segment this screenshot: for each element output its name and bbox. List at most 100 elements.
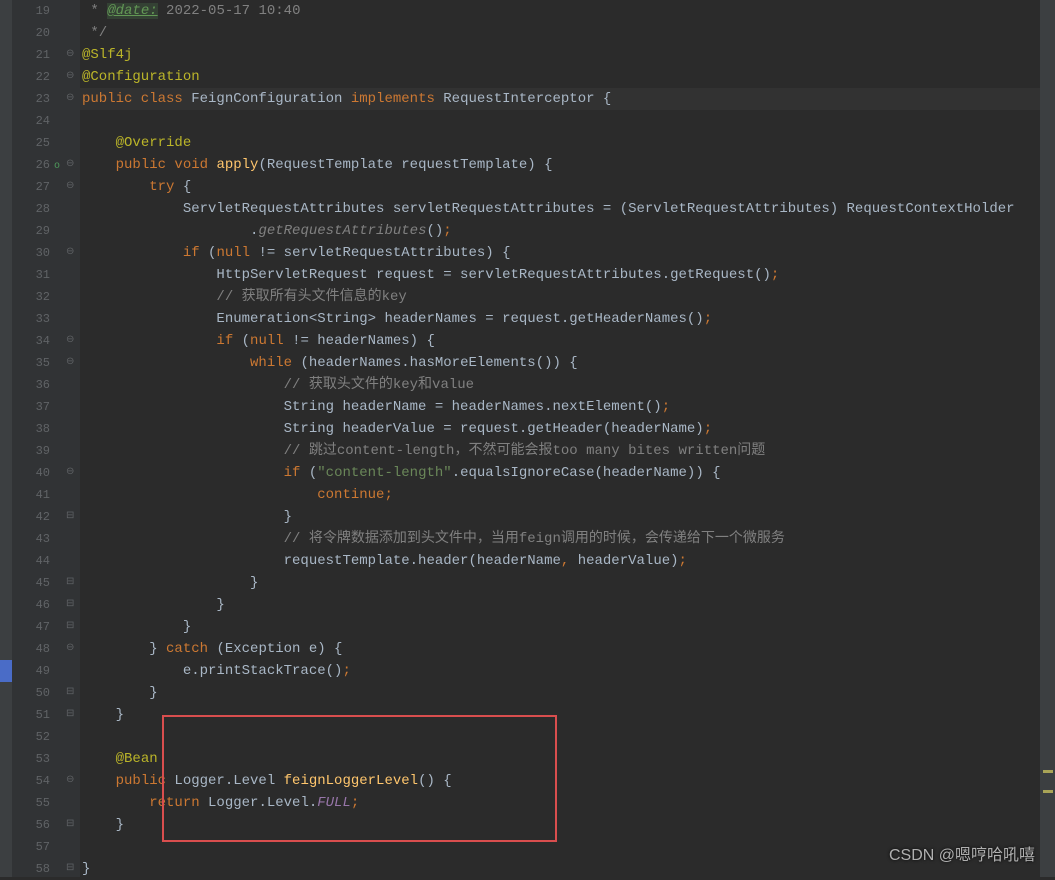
line-number[interactable]: 43	[12, 528, 50, 550]
code-line[interactable]: ServletRequestAttributes servletRequestA…	[80, 198, 1040, 220]
line-number[interactable]: 41	[12, 484, 50, 506]
code-line[interactable]: String headerName = headerNames.nextElem…	[80, 396, 1040, 418]
line-number[interactable]: 33	[12, 308, 50, 330]
line-number[interactable]: 27	[12, 176, 50, 198]
line-number[interactable]: 38	[12, 418, 50, 440]
code-line[interactable]: }	[80, 616, 1040, 638]
line-number[interactable]: 26o↑	[12, 154, 50, 176]
code-line[interactable]: // 跳过content-length，不然可能会报too many bites…	[80, 440, 1040, 462]
code-line[interactable]: e.printStackTrace();	[80, 660, 1040, 682]
line-number[interactable]: 32	[12, 286, 50, 308]
code-line[interactable]: * @date: 2022-05-17 10:40	[80, 0, 1040, 22]
fold-mark[interactable]: ⊖	[66, 176, 74, 198]
code-line[interactable]: @Configuration	[80, 66, 1040, 88]
code-line[interactable]	[80, 836, 1040, 858]
code-line[interactable]: }	[80, 572, 1040, 594]
code-line[interactable]: while (headerNames.hasMoreElements()) {	[80, 352, 1040, 374]
code-line[interactable]: if (null != servletRequestAttributes) {	[80, 242, 1040, 264]
line-number[interactable]: 23	[12, 88, 50, 110]
line-number[interactable]: 40	[12, 462, 50, 484]
line-number[interactable]: 52	[12, 726, 50, 748]
line-number[interactable]: 56	[12, 814, 50, 836]
line-number[interactable]: 42	[12, 506, 50, 528]
fold-mark[interactable]: ⊟	[66, 682, 74, 704]
code-line[interactable]: @Slf4j	[80, 44, 1040, 66]
line-number[interactable]: 19	[12, 0, 50, 22]
line-number[interactable]: 21	[12, 44, 50, 66]
fold-mark[interactable]: ⊟	[66, 506, 74, 528]
right-marker-strip[interactable]	[1040, 0, 1055, 877]
line-number[interactable]: 29	[12, 220, 50, 242]
code-line[interactable]	[80, 726, 1040, 748]
code-line[interactable]: .getRequestAttributes();	[80, 220, 1040, 242]
fold-mark[interactable]: ⊖	[66, 352, 74, 374]
code-line[interactable]: public void apply(RequestTemplate reques…	[80, 154, 1040, 176]
code-line[interactable]: @Bean	[80, 748, 1040, 770]
code-line[interactable]: return Logger.Level.FULL;	[80, 792, 1040, 814]
line-number[interactable]: 48	[12, 638, 50, 660]
fold-mark[interactable]: ⊟	[66, 814, 74, 836]
code-line[interactable]: public Logger.Level feignLoggerLevel() {	[80, 770, 1040, 792]
fold-mark[interactable]: ⊖	[66, 638, 74, 660]
line-number[interactable]: 55	[12, 792, 50, 814]
code-line[interactable]: if (null != headerNames) {	[80, 330, 1040, 352]
code-line[interactable]: }	[80, 682, 1040, 704]
line-number[interactable]: 34	[12, 330, 50, 352]
fold-mark[interactable]: ⊖	[66, 770, 74, 792]
code-line[interactable]: Enumeration<String> headerNames = reques…	[80, 308, 1040, 330]
line-number[interactable]: 39	[12, 440, 50, 462]
code-line[interactable]	[80, 110, 1040, 132]
fold-mark[interactable]: ⊖	[66, 88, 74, 110]
line-number[interactable]: 54	[12, 770, 50, 792]
line-number[interactable]: 28	[12, 198, 50, 220]
code-line[interactable]: public class FeignConfiguration implemen…	[80, 88, 1040, 110]
code-line[interactable]: if ("content-length".equalsIgnoreCase(he…	[80, 462, 1040, 484]
line-number[interactable]: 53	[12, 748, 50, 770]
fold-gutter[interactable]: ⊖⊖⊖⊖⊖⊖⊖⊖⊖⊟⊟⊟⊟⊖⊟⊟⊖⊟⊟	[60, 0, 80, 877]
line-number[interactable]: 47	[12, 616, 50, 638]
fold-mark[interactable]: ⊖	[66, 66, 74, 88]
code-line[interactable]: String headerValue = request.getHeader(h…	[80, 418, 1040, 440]
line-number[interactable]: 46	[12, 594, 50, 616]
code-line[interactable]: }	[80, 814, 1040, 836]
line-number[interactable]: 50	[12, 682, 50, 704]
code-line[interactable]: requestTemplate.header(headerName, heade…	[80, 550, 1040, 572]
scrollbar-marker[interactable]	[1043, 790, 1053, 793]
line-number[interactable]: 44	[12, 550, 50, 572]
fold-mark[interactable]: ⊖	[66, 462, 74, 484]
code-line[interactable]: }	[80, 506, 1040, 528]
fold-mark[interactable]: ⊟	[66, 572, 74, 594]
line-number[interactable]: 45	[12, 572, 50, 594]
code-area[interactable]: * @date: 2022-05-17 10:40 */@Slf4j@Confi…	[80, 0, 1040, 877]
code-line[interactable]: try {	[80, 176, 1040, 198]
line-number[interactable]: 24	[12, 110, 50, 132]
fold-mark[interactable]: ⊖	[66, 154, 74, 176]
line-number[interactable]: 31	[12, 264, 50, 286]
line-number-gutter[interactable]: 1920212223242526o↑2728293031323334353637…	[12, 0, 60, 877]
fold-mark[interactable]: ⊟	[66, 594, 74, 616]
line-number[interactable]: 51	[12, 704, 50, 726]
line-number[interactable]: 25	[12, 132, 50, 154]
fold-mark[interactable]: ⊟	[66, 616, 74, 638]
line-number[interactable]: 22	[12, 66, 50, 88]
code-line[interactable]: HttpServletRequest request = servletRequ…	[80, 264, 1040, 286]
line-number[interactable]: 36	[12, 374, 50, 396]
line-number[interactable]: 49	[12, 660, 50, 682]
code-line[interactable]: @Override	[80, 132, 1040, 154]
scrollbar-marker[interactable]	[1043, 770, 1053, 773]
line-number[interactable]: 37	[12, 396, 50, 418]
fold-mark[interactable]: ⊖	[66, 242, 74, 264]
code-line[interactable]: }	[80, 704, 1040, 726]
code-line[interactable]: // 获取头文件的key和value	[80, 374, 1040, 396]
change-marker[interactable]	[0, 660, 12, 682]
code-line[interactable]: } catch (Exception e) {	[80, 638, 1040, 660]
code-line[interactable]: }	[80, 594, 1040, 616]
code-line[interactable]: */	[80, 22, 1040, 44]
code-line[interactable]: continue;	[80, 484, 1040, 506]
line-number[interactable]: 57	[12, 836, 50, 858]
line-number[interactable]: 30	[12, 242, 50, 264]
line-number[interactable]: 35	[12, 352, 50, 374]
fold-mark[interactable]: ⊖	[66, 330, 74, 352]
code-line[interactable]: // 获取所有头文件信息的key	[80, 286, 1040, 308]
line-number[interactable]: 20	[12, 22, 50, 44]
